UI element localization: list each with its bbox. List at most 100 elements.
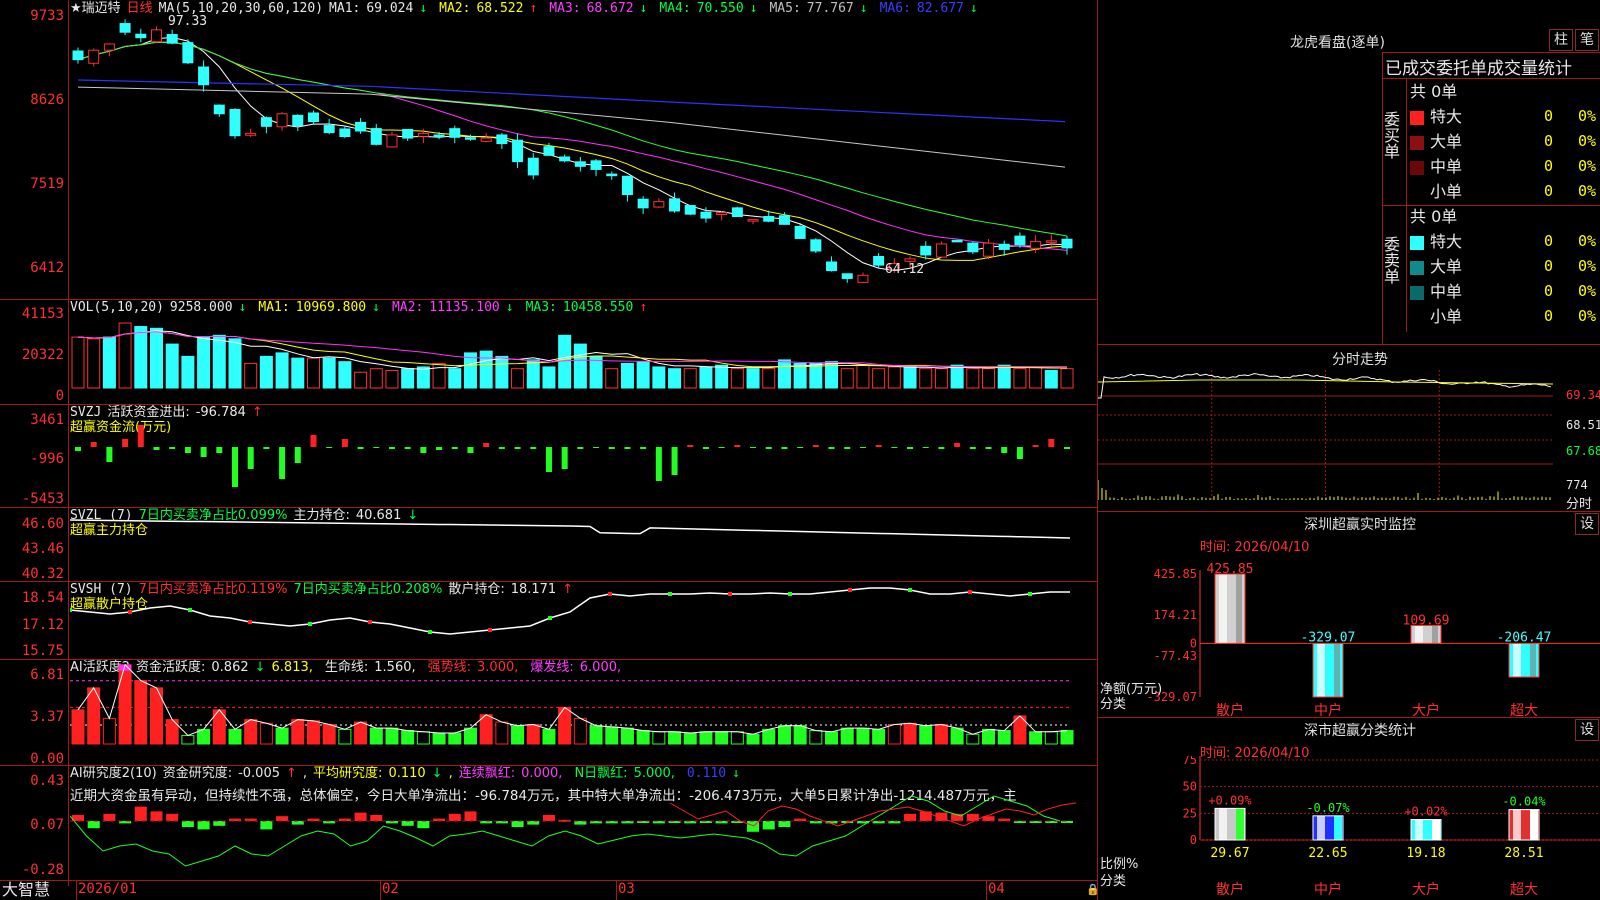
- stroke-mode-button[interactable]: 笔: [1575, 29, 1599, 51]
- activity-bar: [730, 731, 744, 745]
- candle-body: [245, 132, 257, 136]
- volume-bar: [1013, 368, 1027, 389]
- classify-settings-button[interactable]: 设: [1575, 719, 1599, 741]
- bar-mode-button[interactable]: 柱: [1549, 29, 1573, 51]
- volume-bar: [149, 327, 163, 389]
- volume-bar: [165, 343, 179, 389]
- period-label[interactable]: 日线: [127, 1, 153, 16]
- activity-bar: [118, 664, 132, 745]
- svzj-chart[interactable]: [70, 405, 1098, 507]
- ma20-line: [77, 41, 1068, 251]
- flow-bar: [907, 447, 914, 449]
- holding-marker: [188, 608, 192, 612]
- color-swatch: [1410, 310, 1424, 325]
- candle-body: [182, 42, 194, 64]
- dragon-title: 龙虎看盘(逐单): [1290, 35, 1385, 51]
- volume-bar: [1060, 368, 1074, 389]
- bar-shade: [1334, 643, 1340, 697]
- candle-body: [731, 207, 743, 217]
- flow-bar: [812, 445, 819, 447]
- candle-body: [841, 273, 853, 279]
- volume-bar: [856, 364, 870, 389]
- volume-bar: [197, 336, 211, 389]
- activity-bar: [825, 731, 839, 745]
- dragon-tabs[interactable]: 已成交委托单成交量统计: [1385, 54, 1600, 79]
- activity-bar: [511, 725, 525, 745]
- activity-bar: [652, 731, 666, 745]
- net-amount-bar-chart[interactable]: 425.85174.210-77.43-329.07425.85散户-329.0…: [1098, 552, 1600, 722]
- candle-body: [1061, 238, 1073, 249]
- flow-bar: [828, 447, 835, 449]
- svzl-chart[interactable]: [70, 508, 1098, 581]
- activity-bar: [275, 727, 289, 745]
- activity-bar: [636, 730, 650, 745]
- volume-bar: [777, 359, 791, 389]
- y-tick: -0.28: [21, 862, 64, 878]
- activity-bar: [1060, 730, 1074, 745]
- bar-value-label: 19.18: [1406, 846, 1445, 861]
- volume-bar: [212, 334, 226, 389]
- candle-body: [606, 173, 618, 177]
- candle-body: [402, 128, 414, 139]
- candle-body: [496, 134, 508, 145]
- candle-body: [747, 219, 759, 222]
- candlestick-chart[interactable]: [70, 18, 1098, 299]
- candle-body: [763, 216, 775, 222]
- y-tick: 7519: [30, 176, 64, 192]
- bar-change-label: +0.02%: [1404, 805, 1448, 819]
- intraday-chart[interactable]: [1098, 370, 1566, 510]
- activity-bar: [322, 723, 336, 745]
- buy-rows: 特大 0 0% 大单 0 0% 中单 0 0% 小单 0 0%: [1410, 104, 1600, 204]
- candle-body: [543, 146, 555, 156]
- research-bar: [401, 821, 414, 826]
- ai-research-chart[interactable]: [70, 766, 1098, 880]
- flow-bar: [1001, 447, 1008, 453]
- candle-body: [716, 212, 728, 216]
- candle-body: [621, 175, 633, 196]
- candle-body: [150, 29, 162, 43]
- flow-bar: [231, 447, 238, 487]
- holding-marker: [848, 588, 852, 592]
- flow-bar: [420, 447, 427, 453]
- ratio-bar-chart[interactable]: 75 50 25 0 29.67 +0.09% 散户 22.65 -0.07% 中户 19.18 +0…: [1098, 756, 1600, 900]
- flow-bar: [200, 447, 207, 457]
- activity-bar: [793, 725, 807, 745]
- volume-bar: [730, 368, 744, 389]
- flow-bar: [310, 435, 317, 447]
- volume-bar: [134, 326, 148, 389]
- activity-bar: [416, 731, 430, 745]
- sell-total: 共 0单: [1410, 207, 1458, 226]
- volume-bar: [558, 334, 572, 389]
- volume-chart[interactable]: [70, 316, 1098, 404]
- research-bar: [150, 811, 163, 821]
- svsh-chart[interactable]: [70, 582, 1098, 659]
- stock-name[interactable]: ★瑞迈特: [70, 1, 121, 16]
- candle-body: [339, 128, 351, 138]
- y-tick: 20322: [21, 347, 64, 363]
- ai-activity-chart[interactable]: [70, 660, 1098, 765]
- y-tick-label: 50: [1183, 780, 1197, 794]
- main-holding-line: [70, 519, 1071, 539]
- activity-bar: [306, 720, 320, 745]
- candle-body: [292, 114, 304, 127]
- y-tick: -5453: [21, 491, 64, 507]
- activity-bar: [746, 733, 760, 745]
- stat-row-3: 小单 0 0%: [1410, 304, 1600, 329]
- volume-bar: [526, 359, 540, 389]
- y-tick: 0: [55, 388, 64, 404]
- bar-accent: [1432, 819, 1440, 840]
- volume-bar: [479, 350, 493, 389]
- color-swatch: [1410, 185, 1424, 200]
- activity-bar: [259, 722, 273, 745]
- flow-bar: [545, 447, 552, 472]
- research-green-line: [70, 795, 1061, 867]
- monitor-settings-button[interactable]: 设: [1575, 513, 1599, 535]
- bar-3: [1508, 809, 1540, 841]
- holding-marker: [248, 620, 252, 624]
- activity-bar: [542, 728, 556, 745]
- ma5-line: [77, 36, 1068, 272]
- volume-bar: [259, 355, 273, 389]
- candle-body: [135, 33, 147, 39]
- activity-bar: [856, 727, 870, 745]
- activity-bar: [479, 714, 493, 745]
